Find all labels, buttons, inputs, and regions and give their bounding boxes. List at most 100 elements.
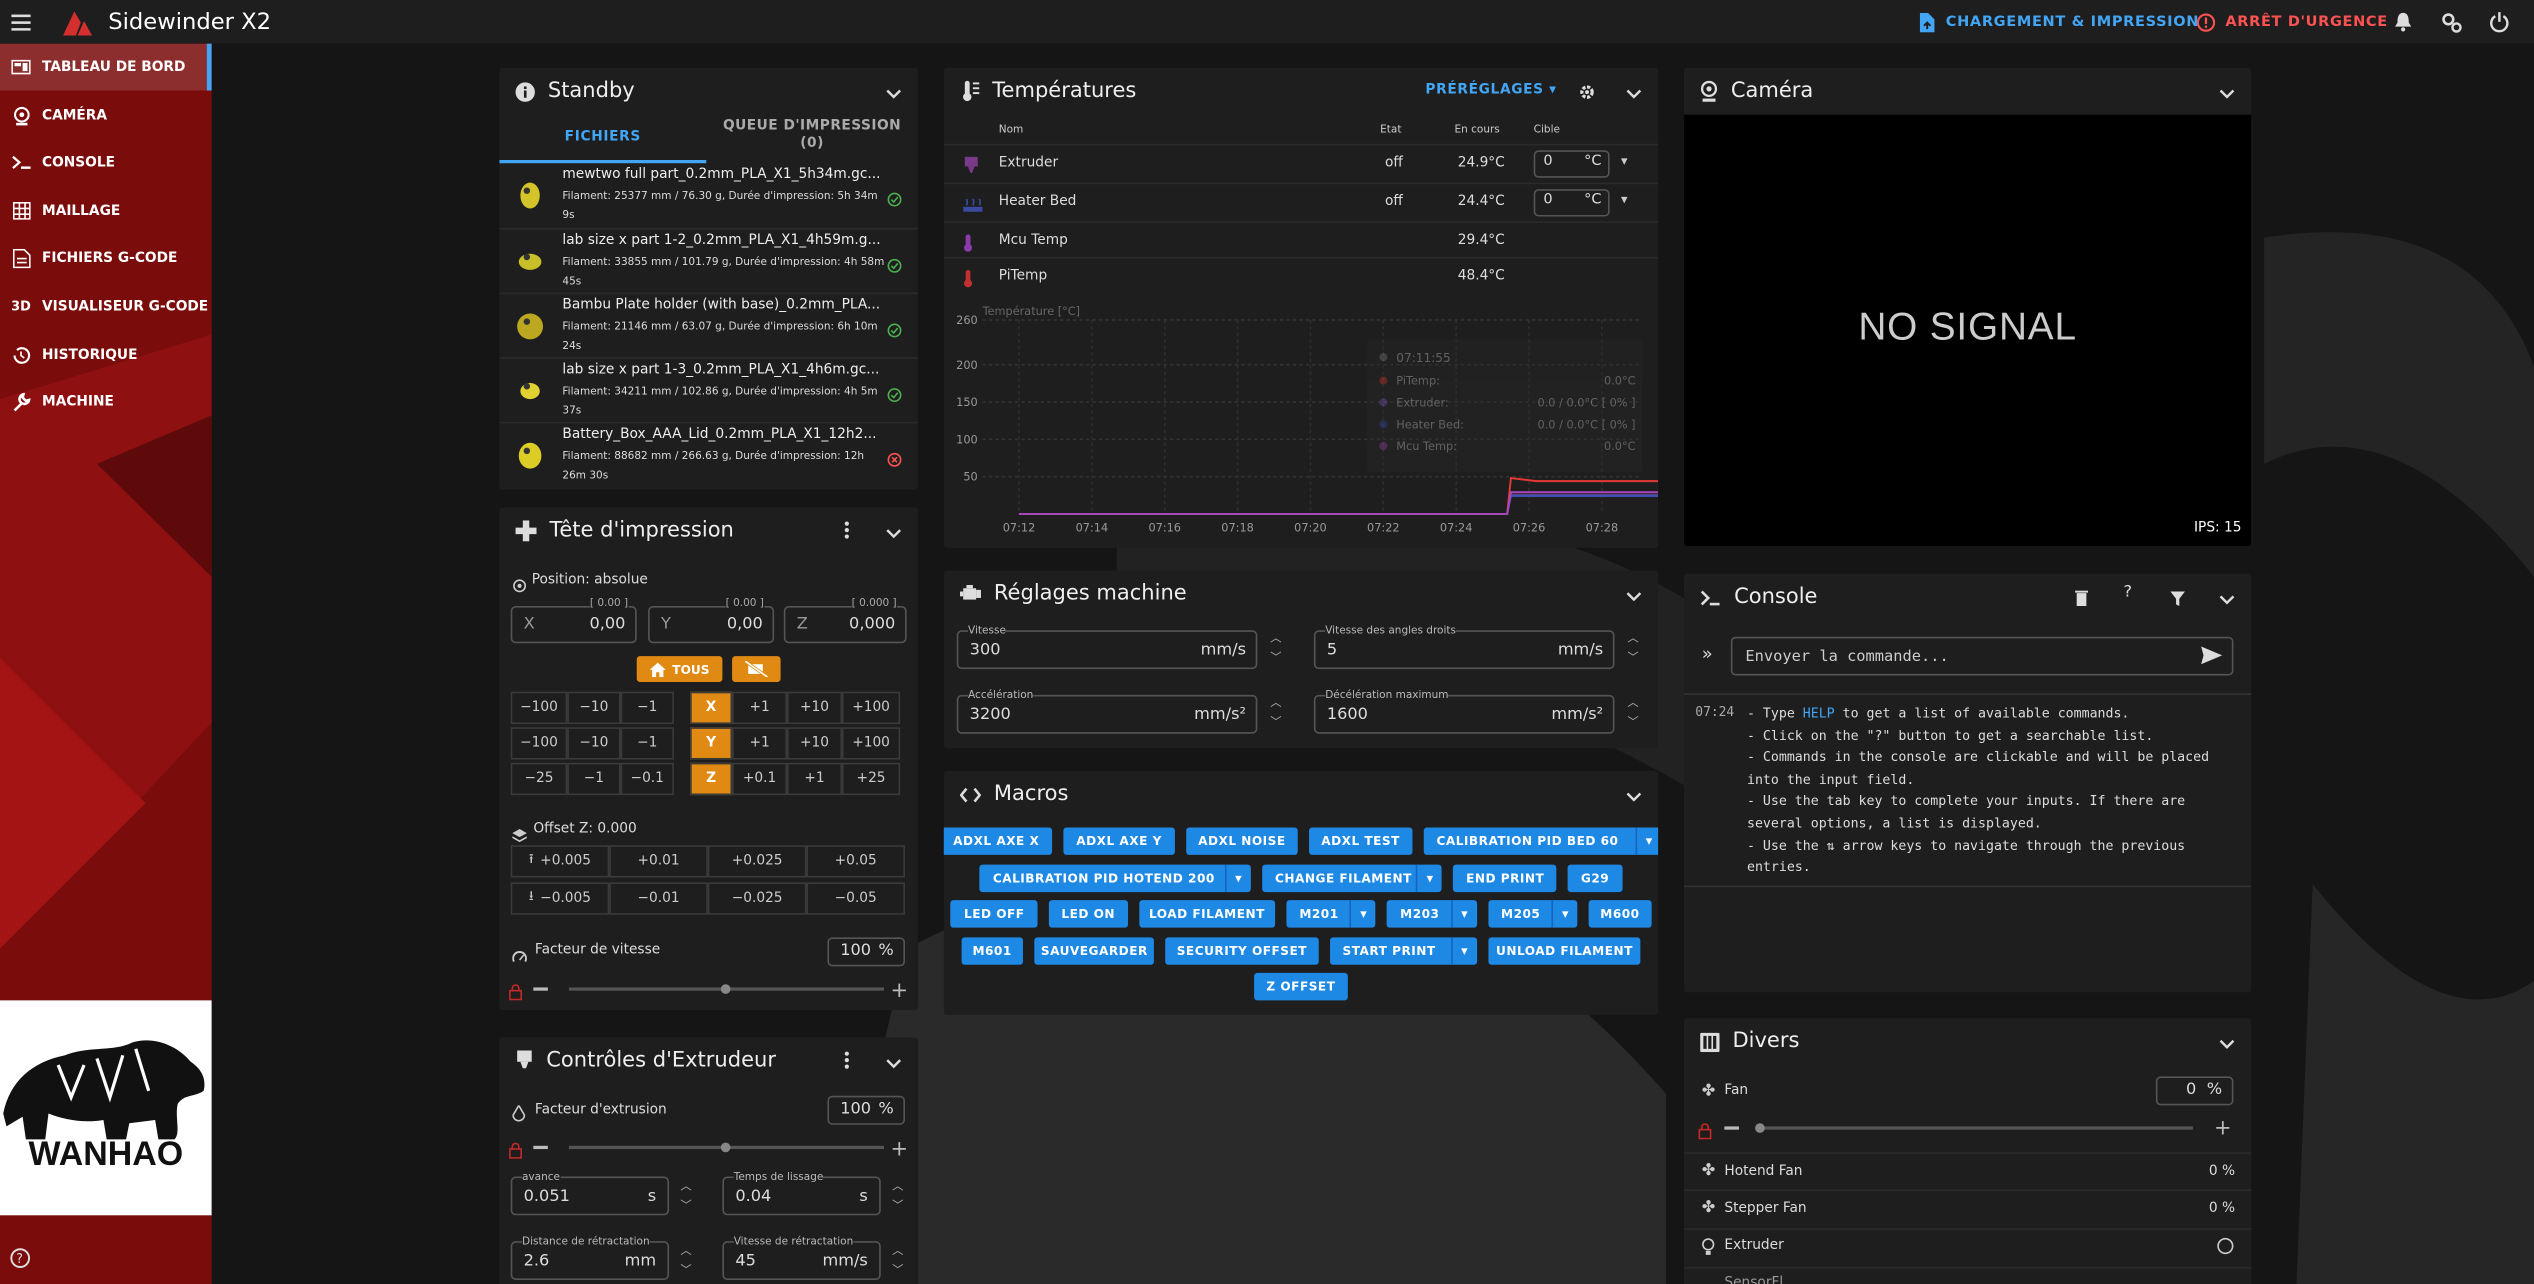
jog-button[interactable]: −100 [510, 691, 568, 725]
chevron-down-icon[interactable] [886, 1052, 902, 1076]
console-line[interactable]: - Type HELP to get a list of available c… [1747, 703, 2240, 725]
minus-icon[interactable] [1724, 1126, 1739, 1129]
console-line[interactable]: several options, a list is displayed. [1747, 813, 2240, 835]
jog-button[interactable]: −25 [510, 762, 568, 796]
jog-button[interactable]: +1 [732, 691, 788, 725]
macro-button[interactable]: CALIBRATION PID HOTEND 200 ▾ [979, 863, 1251, 892]
z-offset-button[interactable]: +0.01 [609, 845, 708, 878]
macro-button[interactable]: CHANGE FILAMENT ▾ [1262, 863, 1443, 892]
sidebar-item-history[interactable]: HISTORIQUE [0, 331, 212, 378]
console-help-keyword[interactable]: HELP [1803, 705, 1835, 721]
plus-icon[interactable]: + [890, 979, 908, 1003]
jog-button[interactable]: −10 [567, 691, 621, 725]
macro-button[interactable]: ADXL TEST [1308, 827, 1413, 855]
z-offset-button[interactable]: ⭳ −0.005 [510, 882, 610, 915]
caret-down-icon[interactable]: ▾ [1621, 192, 1627, 207]
jog-button[interactable]: −10 [567, 727, 621, 760]
macro-button[interactable]: ADXL NOISE [1186, 827, 1298, 855]
macro-button[interactable]: START PRINT ▾ [1329, 936, 1477, 965]
help-icon[interactable]: ? [2124, 583, 2133, 601]
macro-button[interactable]: LED OFF [950, 900, 1038, 928]
target-temp-input[interactable]: 0 °C [1533, 150, 1610, 178]
extrusion-factor-slider[interactable] [568, 1141, 885, 1152]
target-temp-input[interactable]: 0 °C [1533, 189, 1610, 217]
lock-icon[interactable] [509, 1139, 523, 1165]
fan-speed-slider[interactable] [1755, 1122, 2194, 1133]
speed-factor-thumb[interactable] [721, 983, 732, 994]
jog-button[interactable]: +25 [841, 762, 901, 796]
square-corner-velocity-field[interactable]: Vitesse des angles droits 5 mm/s [1313, 623, 1615, 670]
console-line[interactable]: - Commands in the console are clickable … [1747, 747, 2240, 769]
lock-icon[interactable] [509, 981, 523, 1007]
jog-button[interactable]: −1 [620, 727, 674, 760]
console-input[interactable]: Envoyer la commande... [1730, 636, 2234, 676]
presets-button[interactable]: PRÉRÉGLAGES ▾ [1425, 82, 1556, 98]
macro-button[interactable]: END PRINT [1453, 863, 1557, 892]
sidebar-item-grid[interactable]: MAILLAGE [0, 187, 212, 234]
delete-icon[interactable] [2075, 588, 2089, 612]
macro-button[interactable]: CALIBRATION PID BED 60 ▾ [1423, 827, 1659, 855]
minus-icon[interactable] [533, 987, 548, 990]
axis-y-home-button[interactable]: Y [690, 727, 733, 760]
z-offset-button[interactable]: +0.05 [806, 845, 906, 878]
caret-down-icon[interactable]: ▾ [1635, 827, 1659, 855]
power-icon[interactable] [2489, 11, 2510, 38]
macro-button[interactable]: SAUVEGARDER [1034, 936, 1155, 965]
console-line[interactable]: - Click on the "?" button to get a searc… [1747, 725, 2240, 747]
more-vert-icon[interactable] [844, 520, 850, 546]
macro-button[interactable]: M600 [1588, 900, 1651, 928]
caret-down-icon[interactable]: ▾ [1450, 900, 1477, 928]
macro-button[interactable]: M203 ▾ [1387, 900, 1477, 928]
macro-button[interactable]: LED ON [1049, 900, 1128, 928]
temp-row[interactable]: Mcu Temp 29.4°C [943, 221, 1659, 257]
speed-factor-slider[interactable] [568, 983, 885, 994]
axis-x-home-button[interactable]: X [690, 691, 733, 725]
axis-z-home-button[interactable]: Z [690, 762, 733, 796]
retract-speed-field[interactable]: Vitesse de rétractation 45 mm/s [722, 1234, 881, 1280]
caret-down-icon[interactable]: ▾ [1450, 936, 1477, 965]
plus-icon[interactable]: + [2214, 1117, 2232, 1141]
temp-row[interactable]: Heater Bed off 24.4°C 0 °C ▾ [943, 182, 1659, 222]
list-item[interactable]: Battery_Box_AAA_Lid_0.2mm_PLA_X1_12h2...… [499, 421, 918, 487]
macro-button[interactable]: ADXL AXE X [943, 827, 1053, 855]
tab-queue[interactable]: QUEUE D'IMPRESSION (0) [706, 118, 918, 163]
help-circle-icon[interactable]: ? [10, 1248, 31, 1275]
stepper-arrows-icon[interactable]: ︿ ﹀ [680, 1177, 691, 1216]
macro-button[interactable]: M205 ▾ [1488, 900, 1578, 928]
camera-stream[interactable]: NO SIGNAL IPS: 15 [1683, 114, 2252, 547]
jog-button[interactable]: +100 [841, 691, 901, 725]
list-item[interactable]: lab size x part 1-2_0.2mm_PLA_X1_4h59m.g… [499, 227, 918, 293]
z-offset-button[interactable]: −0.01 [609, 882, 708, 915]
y-position-field[interactable]: Y 0,00 [648, 606, 775, 644]
more-vert-icon[interactable] [844, 1050, 850, 1076]
jog-button[interactable]: +10 [787, 691, 842, 725]
settings-cog-icon[interactable] [2440, 11, 2463, 40]
console-line[interactable]: - Use the ⇅ arrow keys to navigate throu… [1747, 835, 2240, 857]
jog-button[interactable]: +0.1 [732, 762, 788, 796]
lock-icon[interactable] [1698, 1120, 1712, 1146]
macro-button[interactable]: Z OFFSET [1253, 972, 1349, 1001]
smooth-time-field[interactable]: Temps de lissage 0.04 s [722, 1170, 881, 1216]
menu-icon[interactable] [11, 13, 31, 30]
max-decel-field[interactable]: Décélération maximum 1600 mm/s² [1313, 688, 1615, 734]
chevron-down-icon[interactable] [886, 82, 902, 106]
sidebar-item-3d[interactable]: 3D VISUALISEUR G-CODE [0, 283, 212, 330]
caret-down-icon[interactable]: ▾ [1551, 900, 1578, 928]
caret-down-icon[interactable]: ▾ [1416, 863, 1442, 892]
chevron-down-icon[interactable] [2219, 588, 2235, 612]
sidebar-item-dashboard[interactable]: TABLEAU DE BORD [0, 43, 212, 91]
extruder-light-toggle[interactable] [2217, 1237, 2234, 1255]
fan-speed-thumb[interactable] [1755, 1122, 1765, 1133]
list-item[interactable]: Bambu Plate holder (with base)_0.2mm_PLA… [499, 292, 918, 358]
z-position-field[interactable]: Z 0,000 [783, 606, 907, 644]
sidebar-item-console[interactable]: CONSOLE [0, 139, 212, 186]
fan-speed-input[interactable]: 0% [2155, 1076, 2234, 1106]
z-offset-button[interactable]: −0.025 [707, 882, 807, 915]
minus-icon[interactable] [533, 1145, 548, 1149]
macro-button[interactable]: SECURITY OFFSET [1165, 936, 1319, 965]
macro-button[interactable]: M601 [961, 936, 1024, 965]
chevron-down-icon[interactable] [1626, 785, 1642, 809]
chevron-double-right-icon[interactable]: » [1702, 643, 1713, 664]
jog-button[interactable]: +1 [787, 762, 842, 796]
chevron-down-icon[interactable] [1626, 82, 1642, 106]
